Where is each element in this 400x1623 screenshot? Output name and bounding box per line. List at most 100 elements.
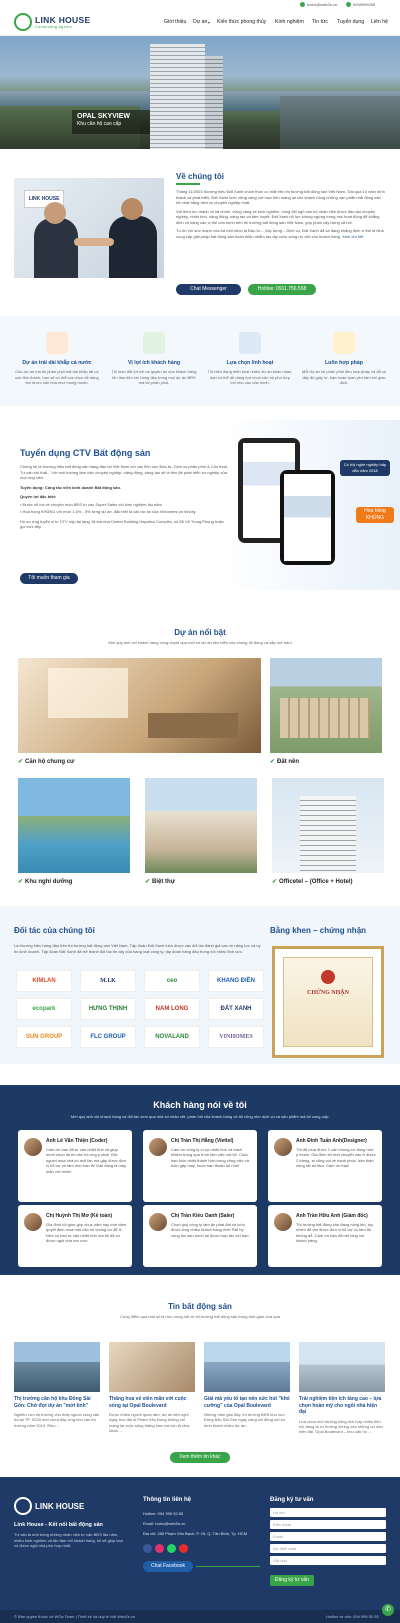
avatar (24, 1138, 42, 1156)
footer-contact-title: Thông tin liên hệ (143, 1497, 191, 1503)
avatar (149, 1138, 167, 1156)
testimonial-name: Anh Lê Văn Thiện (Coder) (46, 1138, 108, 1144)
feature-legal: Luôn hợp pháp Mỗi dự án tôi phân phối đề… (301, 332, 387, 386)
testimonial-name: Anh Đinh Tuấn Anh(Designer) (296, 1138, 367, 1144)
about-more-link[interactable]: Xem chi tiết (342, 234, 363, 239)
award-section: Bằng khen – chứng nhận (270, 926, 386, 935)
check-icon: ✔ (272, 879, 278, 885)
facebook-icon[interactable] (143, 1544, 152, 1553)
form-name-input[interactable]: Họ tên (270, 1508, 386, 1517)
nav-contact[interactable]: Liên hệ (371, 19, 388, 25)
nav-projects[interactable]: Dự án (193, 19, 207, 25)
news-item-title[interactable]: Trải nghiệm tiện ích tầng cao – lựa chọn… (299, 1396, 385, 1416)
testimonial-card: Anh Trần Hữu Anh (Giám đốc) Thị trường bấ… (268, 1205, 382, 1267)
project-image-land[interactable] (270, 658, 382, 753)
form-need-input[interactable]: Dự định mua (270, 1544, 386, 1553)
news-item[interactable]: Thăng hoa vé viên mãn với cuộc sống tại … (109, 1342, 195, 1434)
hero-subtitle: Khu căn hộ cao cấp (77, 121, 122, 127)
nav-fengshui[interactable]: Kiến thức phong thủy (217, 19, 266, 25)
project-link[interactable]: Officetel – (Office + Hotel) (279, 879, 353, 885)
project-image-villa[interactable] (145, 778, 257, 873)
news-item-title[interactable]: Thị trường căn hộ khu Đông Sài Gòn: Chờ … (14, 1396, 100, 1409)
feature-desc: Mỗi dự án tôi phân phối đều hợp pháp và … (301, 369, 387, 385)
testimonial-text: Thị trường bất động sản đang nóng lên, t… (296, 1222, 374, 1244)
top-phone[interactable]: 0949999255 (353, 2, 375, 8)
footer-logo[interactable]: LINK HOUSE (14, 1497, 84, 1515)
recruit-benefit-1: Được hỗ trợ về chuyên môn BĐS từ các Sup… (22, 501, 162, 507)
feature-desc: Tôi hiện đang triển khai nhiều dự án khá… (207, 369, 293, 385)
instagram-icon[interactable] (155, 1544, 164, 1553)
news-item-title[interactable]: Thăng hoa vé viên mãn với cuộc sống tại … (109, 1396, 195, 1409)
join-button[interactable]: Tôi muốn tham gia (20, 573, 78, 584)
partners-title: Đối tác của chúng tôi (14, 926, 95, 935)
footer-hotline[interactable]: Hotline: 094 999 92.55 (143, 1511, 183, 1517)
partner-logo-khangdien: KHANG ĐIỀN (208, 970, 264, 992)
whatsapp-icon[interactable] (167, 1544, 176, 1553)
form-submit-button[interactable]: Đăng ký tư vấn (270, 1575, 314, 1586)
hotline-button[interactable]: Hotline: 0911.756.558 (248, 284, 316, 295)
news-item-desc: Nghiên cứu thị trường cho thấy nguồn cun… (14, 1412, 100, 1428)
project-image-resort[interactable] (18, 778, 130, 873)
logo-icon (14, 13, 32, 31)
top-email[interactable]: hotro@web2s.vn (307, 2, 337, 8)
news-image[interactable] (299, 1342, 385, 1392)
logo-icon (14, 1497, 32, 1515)
project-link[interactable]: Căn hộ chung cư (25, 759, 74, 765)
mail-icon (300, 2, 305, 7)
project-image-officetel[interactable] (272, 778, 384, 873)
window (48, 668, 128, 718)
news-image[interactable] (14, 1342, 100, 1392)
phone-call-floating-icon[interactable]: ✆ (382, 1604, 394, 1616)
partner-logo-vinhomes: VINHOMES (208, 1026, 264, 1048)
project-link[interactable]: Biệt thự (152, 879, 175, 885)
nav-experience[interactable]: Kinh nghiệm (275, 19, 304, 25)
person-left (34, 218, 78, 278)
project-link[interactable]: Khu nghỉ dưỡng (25, 879, 72, 885)
form-email-input[interactable]: Email (270, 1532, 386, 1541)
youtube-icon[interactable] (179, 1544, 188, 1553)
heart-pulse-icon (143, 332, 165, 354)
nav-recruit[interactable]: Tuyển dụng (337, 19, 364, 25)
brand-tagline: Connecting Agents (35, 25, 72, 29)
form-phone-input[interactable]: Điện thoại (270, 1520, 386, 1529)
project-image-apartment[interactable] (18, 658, 261, 753)
about-image: LINK HOUSE (14, 178, 164, 278)
nav-news[interactable]: Tin tức (312, 19, 328, 25)
more-news-button[interactable]: Xem thêm tin khác (170, 1452, 230, 1463)
feature-nationwide: Dự án trải dài khắp cả nước Các dự án mà… (14, 332, 100, 386)
news-subtitle: Cùng điểm qua một số tin tức nóng hổi về… (120, 1314, 280, 1319)
testimonial-card: Chị Trần Thị Hằng (Viettel) Cám ơn công t… (143, 1130, 257, 1202)
chat-messenger-button[interactable]: Chat Messenger (176, 284, 241, 295)
testimonial-card: Chị Huỳnh Thị Mơ (Kế toán) Gia đình tôi g… (18, 1205, 132, 1267)
about-section: Về chúng tôi Tháng 11/2003 thương hiệu Đ… (176, 172, 386, 239)
project-label-apartment: ✔ Căn hộ chung cư (18, 758, 74, 765)
form-note-input[interactable]: Ghi chú (270, 1556, 386, 1565)
feature-title: Vị lợi ích khách hàng (127, 360, 181, 366)
news-item[interactable]: Giải mã yếu tố tạo nên sức hút "khó cưỡn… (204, 1342, 290, 1428)
recruit-contact: Hồ sơ ứng tuyển vị trí CTV nộp tại tầng … (20, 518, 224, 530)
news-image[interactable] (204, 1342, 290, 1392)
copyright-text: © Bản quyền thuộc về WOa Team | Thiết kế… (14, 1614, 136, 1619)
chat-facebook-button[interactable]: Chat Facebook (143, 1561, 193, 1572)
news-image[interactable] (109, 1342, 195, 1392)
news-item[interactable]: Trải nghiệm tiện ích tầng cao – lựa chọn… (299, 1342, 385, 1435)
footer-email[interactable]: Email: hotro@web2s.vn (143, 1521, 185, 1527)
avatar (274, 1138, 292, 1156)
news-item-title[interactable]: Giải mã yếu tố tạo nên sức hút "khó cưỡn… (204, 1396, 290, 1409)
feature-customer: Vị lợi ích khách hàng Tôi luôn đặt lợi í… (111, 332, 197, 386)
phone-icon (346, 2, 351, 7)
main-nav: LINK HOUSE Connecting Agents Giới thiệu … (0, 10, 400, 36)
news-item[interactable]: Thị trường căn hộ khu Đông Sài Gòn: Chờ … (14, 1342, 100, 1428)
hero-caption: OPAL SKYVIEW Khu căn hộ cao cấp (72, 110, 150, 134)
about-p2: Với tiềm lực mạnh về tài chính, vững vàn… (176, 208, 380, 225)
project-link[interactable]: Đất nền (277, 759, 299, 765)
testimonial-card: Chị Trần Kiều Oanh (Saler) Chọn quý công … (143, 1205, 257, 1267)
logo[interactable]: LINK HOUSE Connecting Agents (14, 13, 90, 31)
avatar (24, 1213, 42, 1231)
handshake (74, 238, 114, 246)
footer: LINK HOUSE Link House - Kết nối bất động… (0, 1477, 400, 1623)
nav-about[interactable]: Giới thiệu (164, 19, 186, 25)
chevron-down-icon: ▾ (208, 20, 211, 25)
news-item-desc: Những năm gần đây, thị trường BĐS khu vự… (204, 1412, 286, 1428)
partners-desc: Là thương hiệu hàng đầu trên thị trường … (14, 943, 261, 954)
